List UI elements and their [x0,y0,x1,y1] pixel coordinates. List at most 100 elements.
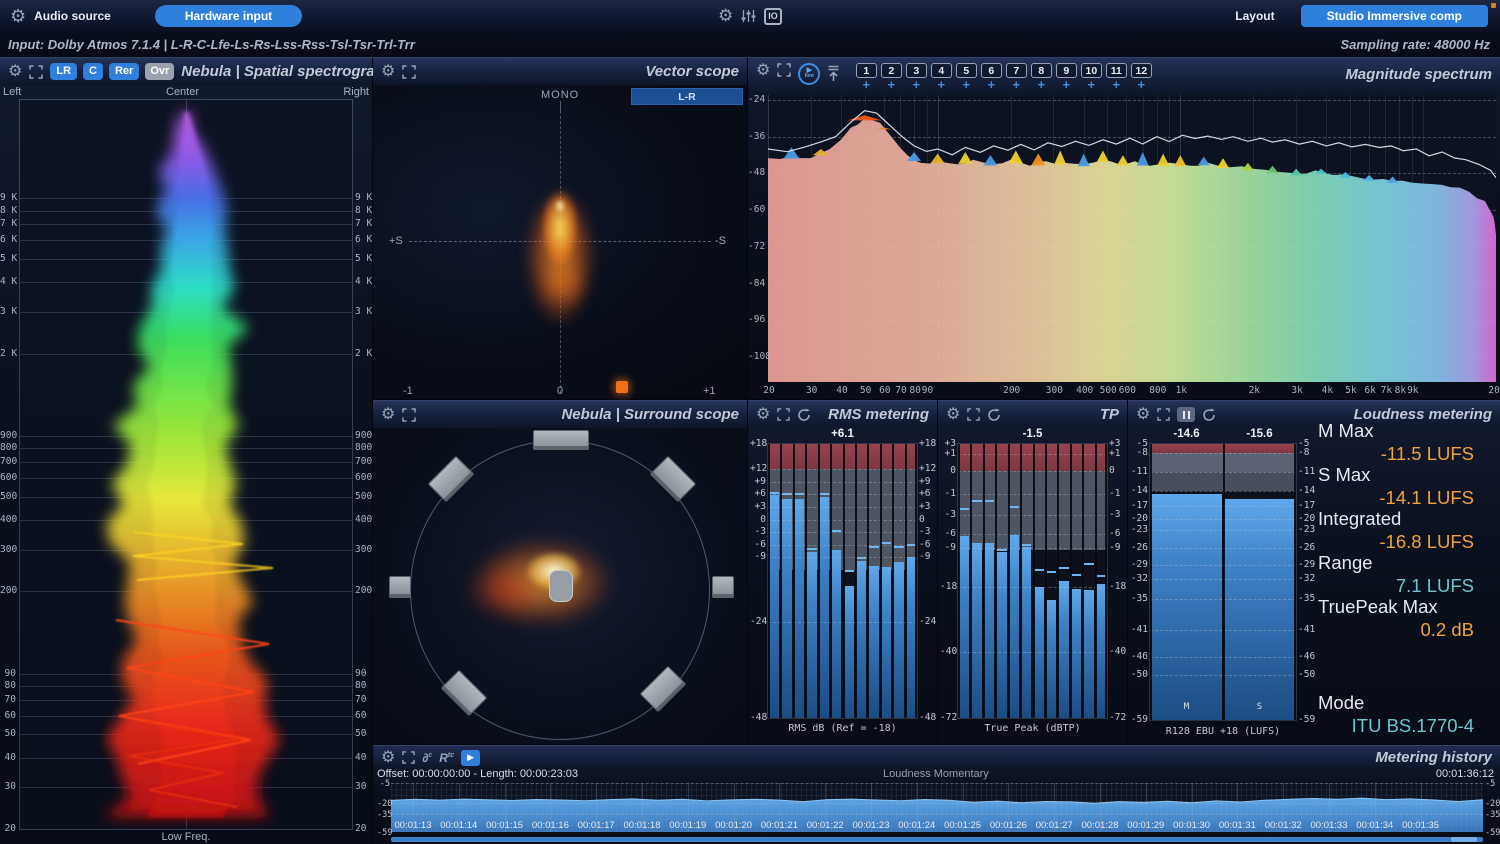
channel-add-button-1[interactable]: + [863,79,871,90]
balance-marker[interactable] [616,381,628,393]
history-scrollbar-nub[interactable] [1451,837,1477,842]
tp-reset-icon[interactable] [987,408,1001,422]
magnitude-settings-icon[interactable]: ⚙ [756,63,770,79]
live-label: live [805,74,814,80]
loudness-pause-button[interactable] [1177,407,1195,422]
meter-scale-tick: -17 [1130,501,1148,511]
channel-add-button-11[interactable]: + [1113,79,1121,90]
loudness-reset-icon[interactable] [1202,408,1216,422]
audio-source-gear-icon[interactable]: ⚙ [10,8,26,24]
vector-scope-panel: ⚙ Vector scope MONO L-R +S -S -1 0 +1 [373,57,747,399]
channel-add-button-2[interactable]: + [888,79,896,90]
channel-add-button-10[interactable]: + [1088,79,1096,90]
magnitude-channel-button-10[interactable]: 10 [1081,63,1102,78]
channel-add-button-4[interactable]: + [938,79,946,90]
channel-column-5: 5+ [955,63,977,90]
meter-scale-tick: -9 [940,543,956,553]
freq-tick-label: 90 [919,386,937,396]
magnitude-fullscreen-icon[interactable] [777,63,791,77]
spatial-fullscreen-icon[interactable] [29,65,43,79]
settings-gear-icon[interactable]: ⚙ [718,8,733,24]
live-mode-button[interactable]: ▶live [798,63,820,85]
magnitude-channel-button-11[interactable]: 11 [1106,63,1127,78]
channel-add-button-3[interactable]: + [913,79,921,90]
readout-value-mode: ITU BS.1770-4 [1278,715,1474,737]
meter-scale-tick: -50 [1298,670,1315,680]
channel-add-button-12[interactable]: + [1138,79,1146,90]
meter-scale-tick: -23 [1130,525,1148,535]
rms-settings-icon[interactable]: ⚙ [756,407,770,423]
vector-fullscreen-icon[interactable] [402,65,416,79]
magnitude-spectrum-panel: ⚙ ▶live 1+2+3+4+5+6+7+8+9+10+11+12+ Magn… [748,57,1500,399]
speaker-side-right-icon[interactable] [712,576,734,598]
magnitude-channel-button-12[interactable]: 12 [1131,63,1152,78]
channel-add-button-9[interactable]: + [1063,79,1071,90]
meter-peak-cap [984,500,994,502]
time-tick-label: 00:01:13 [395,820,432,831]
channel-add-button-6[interactable]: + [988,79,996,90]
rms-fullscreen-icon[interactable] [777,408,790,421]
speaker-side-left-icon[interactable] [389,576,411,598]
time-tick-label: 00:01:27 [1036,820,1073,831]
history-scrollbar[interactable] [391,837,1483,842]
magnitude-channel-button-2[interactable]: 2 [881,63,902,78]
vector-mode-button[interactable]: L-R [631,88,743,105]
magnitude-channel-button-9[interactable]: 9 [1056,63,1077,78]
spatial-channel-button-lr[interactable]: LR [50,63,77,80]
loudness-metering-panel: ⚙ Loudness metering -14.6 -15.6 R128 EBU… [1128,400,1500,744]
time-tick-label: 00:01:35 [1402,820,1439,831]
magnitude-channel-button-6[interactable]: 6 [981,63,1002,78]
db-tick-label: -72 [748,242,765,252]
rms-reset-icon[interactable] [797,408,811,422]
return-timecode-icon[interactable]: Rtc [439,751,454,765]
freq-tick-right: 50 [355,729,366,739]
magnitude-channel-button-8[interactable]: 8 [1031,63,1052,78]
loudness-fullscreen-icon[interactable] [1157,408,1170,421]
mixer-sliders-icon[interactable] [741,9,756,23]
freq-tick-left: 90 [0,669,16,679]
readout-label-m-max: M Max [1318,420,1493,442]
meter-column-label: S [1223,702,1296,712]
hardware-input-button[interactable]: Hardware input [155,5,302,27]
freq-tick-left: 70 [0,695,16,705]
spatial-channel-button-rer[interactable]: Rer [109,63,139,80]
spatial-channel-button-ovr[interactable]: Ovr [145,63,174,80]
history-play-button[interactable]: ▶ [461,750,480,766]
channel-add-button-8[interactable]: + [1038,79,1046,90]
vector-settings-icon[interactable]: ⚙ [381,64,395,80]
magnitude-channel-button-4[interactable]: 4 [931,63,952,78]
meter-bar [893,562,903,718]
magnitude-channel-button-5[interactable]: 5 [956,63,977,78]
history-fullscreen-icon[interactable] [402,751,415,764]
magnitude-channel-button-3[interactable]: 3 [906,63,927,78]
channel-add-button-7[interactable]: + [1013,79,1021,90]
meter-scale-tick: 0 [940,466,956,476]
meter-scale-tick: +12 [919,464,936,474]
freq-tick-right: 600 [355,473,372,483]
meter-bar [1021,547,1031,719]
peak-hold-reset-icon[interactable] [827,65,840,82]
history-settings-icon[interactable]: ⚙ [381,750,395,766]
meter-column-separator [892,444,894,718]
tp-settings-icon[interactable]: ⚙ [946,407,960,423]
mono-label: MONO [541,89,579,101]
surround-settings-icon[interactable]: ⚙ [381,407,395,423]
channel-add-button-5[interactable]: + [963,79,971,90]
tp-fullscreen-icon[interactable] [967,408,980,421]
speaker-center-icon[interactable] [533,430,589,450]
loudness-settings-icon[interactable]: ⚙ [1136,407,1150,423]
surround-fullscreen-icon[interactable] [402,408,416,422]
offset-timecode-icon[interactable]: ∂c [422,751,432,765]
meter-scale-tick: -14 [1130,486,1148,496]
io-routing-icon[interactable]: IO [764,8,782,25]
layout-preset-button[interactable]: Studio Immersive comp [1301,5,1488,27]
spatial-channel-button-c[interactable]: C [83,63,103,80]
spatial-settings-icon[interactable]: ⚙ [8,64,22,80]
magnitude-channel-button-7[interactable]: 7 [1006,63,1027,78]
magnitude-channel-button-1[interactable]: 1 [856,63,877,78]
history-offset-length: Offset: 00:00:00:00 - Length: 00:00:23:0… [377,768,578,780]
freq-tick-left: 40 [0,753,16,763]
history-scale-tick: -5 [1485,779,1495,789]
freq-tick-right: 700 [355,457,372,467]
meter-column-separator [970,444,972,718]
